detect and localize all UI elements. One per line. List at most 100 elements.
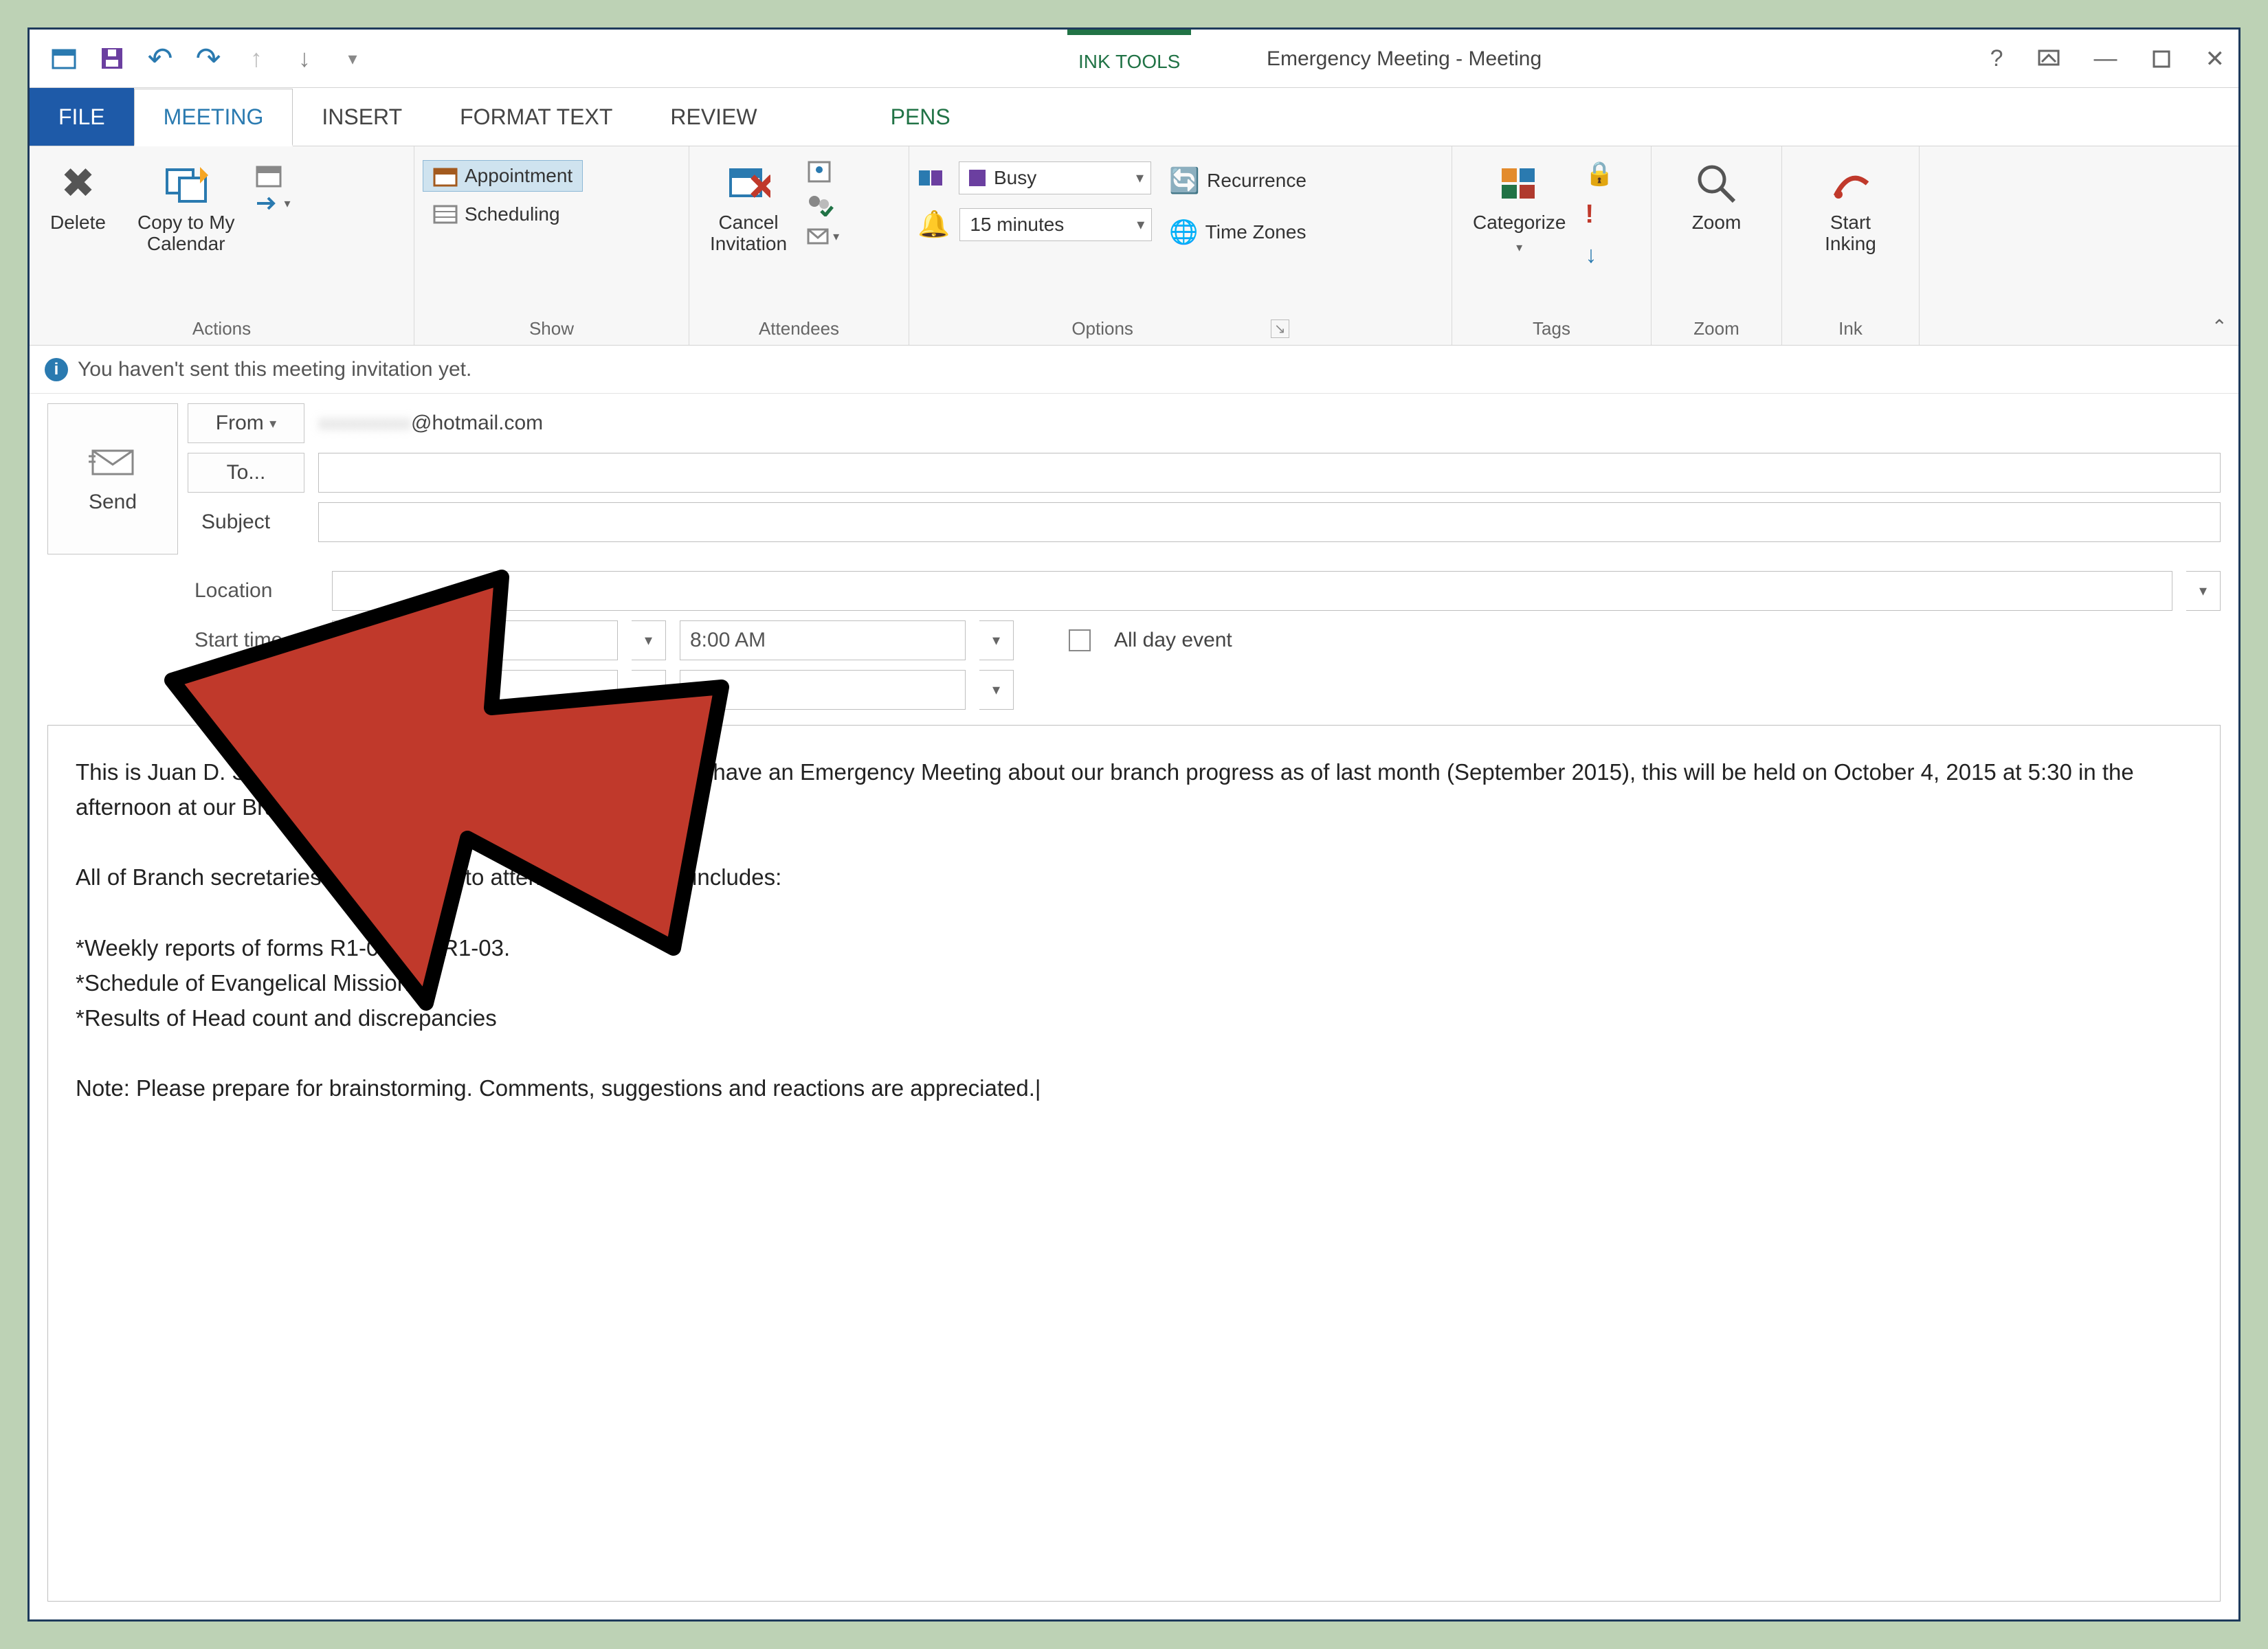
calendar-icon[interactable] [50, 45, 78, 72]
ribbon-display-options-icon[interactable] [2038, 49, 2060, 69]
send-button[interactable]: Send [47, 403, 178, 554]
copy-to-my-calendar-button[interactable]: Copy to My Calendar [125, 156, 247, 260]
contextual-tab-ink-tools: INK TOOLS [1067, 30, 1191, 88]
from-account-suffix: @hotmail.com [411, 412, 543, 435]
next-item-icon[interactable]: ↓ [291, 45, 318, 72]
tab-insert[interactable]: INSERT [293, 88, 431, 146]
group-tags: Categorize ▾ 🔒 ! ↓ Tags [1452, 146, 1652, 345]
chevron-down-icon: ▾ [269, 415, 276, 432]
reminder-combo[interactable]: 15 minutes ▾ [959, 208, 1152, 241]
zoom-button[interactable]: Zoom [1680, 156, 1754, 239]
start-inking-button[interactable]: Start Inking [1812, 156, 1889, 260]
ribbon: ✖ Delete Copy to My Calendar ▾ Actions [30, 146, 2238, 346]
tab-format-text[interactable]: FORMAT TEXT [431, 88, 641, 146]
end-time-input[interactable] [680, 670, 966, 710]
close-icon[interactable]: ✕ [2205, 45, 2225, 73]
start-date-picker-icon[interactable]: ▾ [632, 620, 666, 660]
group-show: Appointment Scheduling Show [414, 146, 689, 345]
start-time-dropdown-icon[interactable]: ▾ [979, 620, 1014, 660]
recurrence-icon: 🔄 [1169, 166, 1200, 195]
end-date-picker-icon[interactable]: ▾ [632, 670, 666, 710]
undo-icon[interactable]: ↶ [146, 45, 174, 72]
meeting-body-editor[interactable]: This is Juan D. Smith Local Secretary of… [47, 725, 2221, 1602]
maximize-icon[interactable] [2152, 49, 2171, 69]
calendar-small-icon[interactable] [254, 161, 291, 189]
outlook-meeting-window: ↶ ↷ ↑ ↓ ▾ INK TOOLS Emergency Meeting - … [27, 27, 2241, 1622]
subject-input[interactable] [318, 502, 2221, 542]
body-bullet2: *Schedule of Evangelical Missions. [76, 970, 427, 996]
magnifier-icon [1694, 161, 1738, 205]
appointment-icon [433, 165, 458, 187]
from-button[interactable]: From ▾ [188, 403, 304, 443]
help-icon[interactable]: ? [1990, 45, 2003, 72]
address-book-icon[interactable] [806, 160, 839, 183]
time-zones-button[interactable]: 🌐 Time Zones [1159, 214, 1317, 251]
pen-ink-icon [1829, 161, 1873, 205]
window-controls: ? — ✕ [1990, 30, 2225, 88]
group-label-show: Show [423, 314, 680, 342]
to-button[interactable]: To... [188, 453, 304, 493]
forward-dropdown-icon[interactable]: ▾ [254, 193, 291, 214]
tab-meeting[interactable]: MEETING [134, 89, 293, 146]
all-day-checkbox[interactable] [1069, 629, 1091, 651]
cancel-invitation-icon [726, 161, 770, 205]
show-as-combo[interactable]: Busy ▾ [959, 161, 1151, 194]
appointment-button[interactable]: Appointment [423, 160, 583, 192]
categorize-icon [1498, 161, 1542, 205]
scheduling-button[interactable]: Scheduling [423, 199, 583, 230]
calendar-copy-icon [164, 161, 208, 205]
group-label-options: Options ↘ [918, 314, 1443, 342]
send-label: Send [89, 491, 137, 514]
body-note: Note: Please prepare for brainstorming. … [76, 1075, 1041, 1101]
recurrence-button[interactable]: 🔄 Recurrence [1159, 161, 1317, 200]
info-strip: i You haven't sent this meeting invitati… [30, 346, 2238, 394]
subject-label: Subject [188, 502, 304, 542]
location-label: Location [188, 579, 318, 603]
end-time-label: End time [188, 678, 318, 702]
categorize-button[interactable]: Categorize ▾ [1460, 156, 1578, 260]
redo-icon[interactable]: ↷ [194, 45, 222, 72]
group-ink: Start Inking Ink [1782, 146, 1920, 345]
tab-pens[interactable]: PENS [862, 88, 979, 146]
response-options-icon[interactable]: ▾ [806, 226, 839, 247]
group-label-zoom: Zoom [1660, 314, 1773, 342]
all-day-label: All day event [1114, 629, 1232, 652]
private-lock-icon[interactable]: 🔒 [1585, 160, 1614, 188]
quick-access-toolbar: ↶ ↷ ↑ ↓ ▾ [30, 45, 366, 72]
send-envelope-icon [89, 444, 137, 478]
high-importance-icon[interactable]: ! [1585, 200, 1614, 229]
tab-file[interactable]: FILE [30, 88, 134, 146]
minimize-icon[interactable]: — [2094, 45, 2117, 72]
end-date-input[interactable] [332, 670, 618, 710]
collapse-ribbon-icon[interactable]: ⌃ [2212, 315, 2227, 338]
low-importance-icon[interactable]: ↓ [1585, 242, 1614, 269]
ink-tools-label: INK TOOLS [1078, 51, 1180, 73]
location-dropdown-icon[interactable]: ▾ [2186, 571, 2221, 611]
dialog-launcher-icon[interactable]: ↘ [1271, 319, 1289, 338]
body-para1: This is Juan D. Smith Local Secretary of… [76, 759, 2140, 820]
prev-item-icon[interactable]: ↑ [243, 45, 270, 72]
group-actions: ✖ Delete Copy to My Calendar ▾ Actions [30, 146, 414, 345]
reminder-bell-icon: 🔔 [918, 210, 950, 240]
group-options: Busy ▾ 🔔 15 minutes ▾ 🔄 [909, 146, 1452, 345]
tab-review[interactable]: REVIEW [641, 88, 786, 146]
from-account-redacted: xxxxxxxxx [318, 412, 411, 435]
qat-customize-icon[interactable]: ▾ [339, 45, 366, 72]
group-label-attendees: Attendees [698, 314, 900, 342]
delete-button[interactable]: ✖ Delete [38, 156, 118, 239]
globe-icon: 🌐 [1169, 218, 1198, 246]
chevron-down-icon: ▾ [1137, 216, 1144, 234]
start-time-input[interactable] [680, 620, 966, 660]
window-title: Emergency Meeting - Meeting [1267, 30, 1542, 88]
busy-color-swatch-icon [969, 170, 986, 186]
end-time-dropdown-icon[interactable]: ▾ [979, 670, 1014, 710]
group-label-ink: Ink [1790, 314, 1911, 342]
location-input[interactable] [332, 571, 2172, 611]
scheduling-icon [433, 203, 458, 225]
check-names-icon[interactable] [806, 193, 839, 216]
save-icon[interactable] [98, 45, 126, 72]
cancel-invitation-button[interactable]: Cancel Invitation [698, 156, 799, 260]
to-input[interactable] [318, 453, 2221, 493]
start-date-input[interactable] [332, 620, 618, 660]
group-attendees: Cancel Invitation ▾ Attendees [689, 146, 909, 345]
